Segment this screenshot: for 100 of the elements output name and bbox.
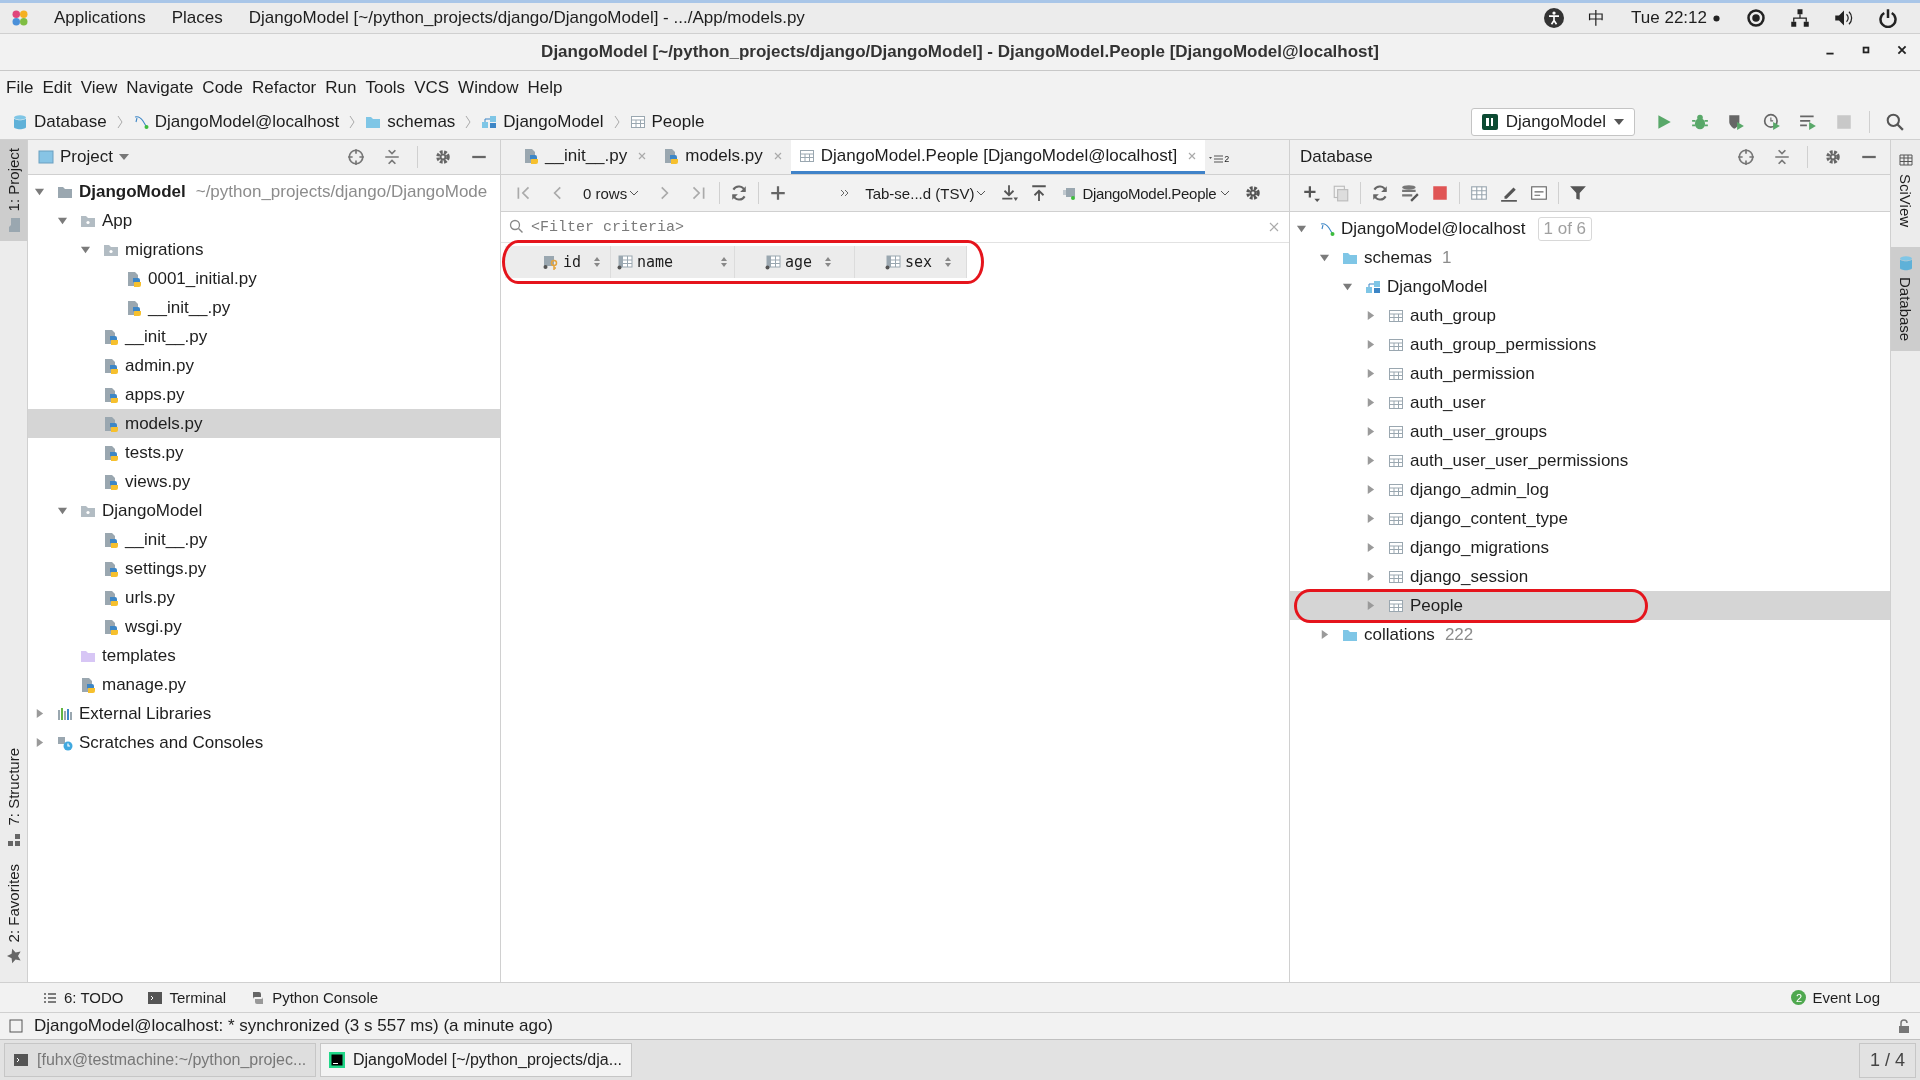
sort-icon[interactable] bbox=[593, 256, 602, 268]
column-header[interactable]: age bbox=[735, 246, 855, 278]
shield-run-icon[interactable] bbox=[1727, 112, 1745, 131]
tree-item[interactable]: Scratches and Consoles bbox=[28, 728, 500, 757]
expanded-arrow-icon[interactable] bbox=[1319, 252, 1330, 263]
collapsed-arrow-icon[interactable] bbox=[1365, 310, 1376, 321]
collapsed-arrow-icon[interactable] bbox=[1365, 455, 1376, 466]
tree-item[interactable]: DjangoModel@localhost 1 of 6 bbox=[1290, 214, 1890, 243]
tool-window-button[interactable]: Terminal bbox=[147, 989, 227, 1006]
panel-toggle-icon[interactable] bbox=[8, 1018, 24, 1034]
tree-item[interactable]: DjangoModel bbox=[28, 496, 500, 525]
tree-item[interactable]: __init__.py bbox=[28, 525, 500, 554]
tree-item[interactable]: settings.py bbox=[28, 554, 500, 583]
tree-item[interactable]: urls.py bbox=[28, 583, 500, 612]
filter-field[interactable]: <Filter criteria> bbox=[531, 218, 1263, 236]
settings-icon[interactable] bbox=[1244, 184, 1263, 202]
tree-item[interactable]: models.py bbox=[28, 409, 500, 438]
column-header[interactable]: sex bbox=[855, 246, 967, 278]
menu-item[interactable]: Navigate bbox=[126, 77, 194, 98]
pencil-icon[interactable] bbox=[1500, 184, 1518, 202]
tree-item[interactable]: views.py bbox=[28, 467, 500, 496]
search-icon[interactable] bbox=[1886, 112, 1904, 131]
expanded-arrow-icon[interactable] bbox=[34, 186, 45, 197]
tool-window-tab[interactable]: 2: Favorites bbox=[0, 855, 27, 972]
stop-icon[interactable] bbox=[1431, 184, 1449, 202]
run-configuration-dropdown[interactable]: DjangoModel bbox=[1470, 107, 1635, 136]
location-icon[interactable] bbox=[1746, 8, 1766, 28]
sort-icon[interactable] bbox=[720, 256, 728, 268]
download-icon[interactable] bbox=[1000, 184, 1019, 202]
collapsed-arrow-icon[interactable] bbox=[1365, 397, 1376, 408]
collapsed-arrow-icon[interactable] bbox=[1365, 484, 1376, 495]
collapsed-arrow-icon[interactable] bbox=[1365, 513, 1376, 524]
tree-item[interactable]: auth_user bbox=[1290, 388, 1890, 417]
close-window-icon[interactable] bbox=[1896, 44, 1908, 56]
editor-tab[interactable]: __init__.py bbox=[515, 140, 656, 174]
menu-item[interactable]: View bbox=[80, 77, 118, 98]
menu-item[interactable]: Refactor bbox=[252, 77, 317, 98]
tree-item[interactable]: People bbox=[1290, 591, 1890, 620]
upload-icon[interactable] bbox=[1030, 184, 1049, 202]
column-header[interactable]: name bbox=[611, 246, 735, 278]
tree-item[interactable]: auth_group_permissions bbox=[1290, 330, 1890, 359]
tab-list-button[interactable]: 2 bbox=[1205, 140, 1234, 174]
tool-window-tab[interactable]: 1: Project bbox=[0, 140, 27, 242]
sort-icon[interactable] bbox=[824, 256, 833, 268]
tree-item[interactable]: admin.py bbox=[28, 351, 500, 380]
panel-title[interactable]: Project bbox=[60, 147, 113, 167]
breadcrumb[interactable]: schemas bbox=[387, 111, 456, 132]
run-icon[interactable] bbox=[1655, 112, 1673, 131]
close-icon[interactable] bbox=[1187, 150, 1198, 161]
settings-icon[interactable] bbox=[434, 148, 452, 166]
event-log-button[interactable]: 2 Event Log bbox=[1791, 989, 1880, 1006]
editor-tab[interactable]: DjangoModel.People [DjangoModel@localhost] bbox=[790, 140, 1206, 174]
collapse-all-icon[interactable] bbox=[1773, 148, 1791, 166]
tool-window-button[interactable]: 6: TODO bbox=[42, 989, 124, 1006]
tree-item[interactable]: django_admin_log bbox=[1290, 475, 1890, 504]
editor-tab[interactable]: models.py bbox=[655, 140, 791, 174]
tool-window-tab[interactable]: Database bbox=[1891, 247, 1920, 352]
close-icon[interactable] bbox=[637, 150, 648, 161]
sort-icon[interactable] bbox=[944, 256, 953, 268]
expanded-arrow-icon[interactable] bbox=[1296, 223, 1307, 234]
target-table-dropdown[interactable]: DjangoModel.People bbox=[1062, 184, 1231, 202]
menu-item[interactable]: Code bbox=[202, 77, 243, 98]
tree-item[interactable]: auth_permission bbox=[1290, 359, 1890, 388]
breadcrumb[interactable]: People bbox=[651, 111, 705, 132]
tree-item[interactable]: App bbox=[28, 206, 500, 235]
tree-item[interactable]: django_content_type bbox=[1290, 504, 1890, 533]
tree-item[interactable]: DjangoModel ~/python_projects/django/DjangoMode bbox=[28, 177, 500, 206]
menu-item[interactable]: Tools bbox=[365, 77, 406, 98]
tree-item[interactable]: External Libraries bbox=[28, 699, 500, 728]
add-icon[interactable] bbox=[1302, 184, 1320, 202]
applications-menu[interactable]: Applications bbox=[54, 8, 146, 28]
power-icon[interactable] bbox=[1878, 8, 1898, 28]
collapsed-arrow-icon[interactable] bbox=[1365, 542, 1376, 553]
collapse-all-icon[interactable] bbox=[383, 148, 401, 166]
tool-window-button[interactable]: Python Console bbox=[250, 989, 379, 1006]
tree-item[interactable]: manage.py bbox=[28, 670, 500, 699]
tree-item[interactable]: auth_group bbox=[1290, 301, 1890, 330]
tree-item[interactable]: django_session bbox=[1290, 562, 1890, 591]
expanded-arrow-icon[interactable] bbox=[57, 505, 68, 516]
rows-dropdown[interactable]: 0 rows bbox=[583, 184, 640, 202]
workspace-indicator[interactable]: 1 / 4 bbox=[1858, 1042, 1916, 1078]
tree-item[interactable]: __init__.py bbox=[28, 322, 500, 351]
bug-icon[interactable] bbox=[1691, 112, 1709, 131]
window-list-title[interactable]: DjangoModel [~/python_projects/django/DjangoModel] - .../App/models.py bbox=[248, 8, 805, 28]
taskbar-button[interactable]: DjangoModel [~/python_projects/dja... bbox=[320, 1043, 632, 1077]
input-method[interactable]: 中 bbox=[1588, 6, 1606, 30]
tree-item[interactable]: DjangoModel bbox=[1290, 272, 1890, 301]
collapsed-arrow-icon[interactable] bbox=[34, 737, 45, 748]
tree-item[interactable]: apps.py bbox=[28, 380, 500, 409]
collapsed-arrow-icon[interactable] bbox=[1365, 571, 1376, 582]
clock-run-icon[interactable] bbox=[1763, 112, 1781, 131]
console-icon[interactable] bbox=[1530, 184, 1548, 202]
maximize-window-icon[interactable] bbox=[1860, 44, 1872, 56]
menu-item[interactable]: File bbox=[6, 77, 34, 98]
breadcrumb[interactable]: Database bbox=[34, 111, 107, 132]
network-icon[interactable] bbox=[1790, 8, 1810, 28]
refresh-icon[interactable] bbox=[730, 184, 749, 202]
clear-icon[interactable] bbox=[1269, 222, 1279, 232]
tree-item[interactable]: tests.py bbox=[28, 438, 500, 467]
expanded-arrow-icon[interactable] bbox=[80, 244, 91, 255]
